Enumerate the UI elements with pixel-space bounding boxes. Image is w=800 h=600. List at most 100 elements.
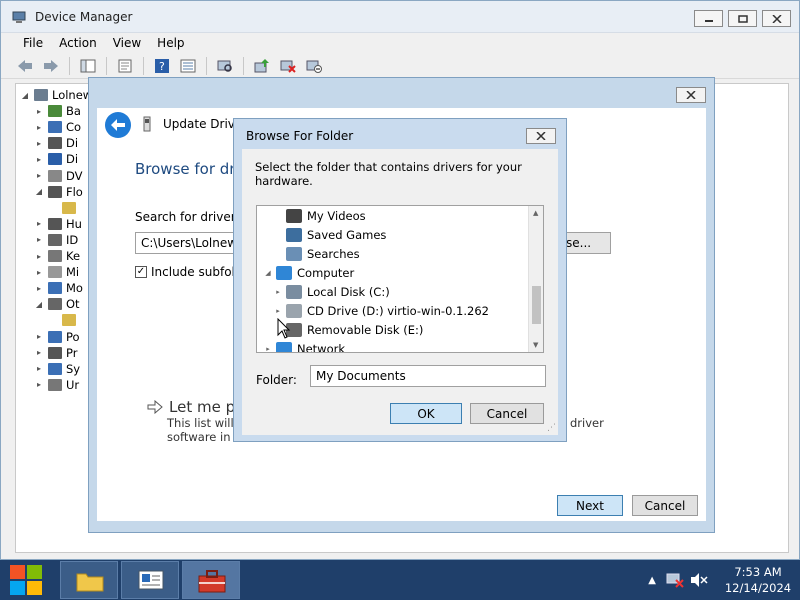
show-hide-console-tree-button[interactable] [78, 56, 98, 76]
ok-button[interactable]: OK [390, 403, 462, 424]
expand-arrow-icon[interactable]: ▸ [34, 123, 44, 132]
folder-input[interactable]: My Documents [310, 365, 546, 387]
scan-hardware-button[interactable] [215, 56, 235, 76]
tree-node[interactable]: ◢ Ot [34, 296, 80, 312]
include-subfolders-checkbox[interactable]: ✓ [135, 266, 147, 278]
help-button[interactable]: ? [152, 56, 172, 76]
clock[interactable]: 7:53 AM 12/14/2024 [716, 564, 800, 596]
disable-device-button[interactable] [304, 56, 324, 76]
tree-node[interactable]: ▸ Ba [34, 103, 81, 119]
expand-arrow-icon[interactable]: ◢ [20, 91, 30, 100]
folder-tree-item[interactable]: ◢ Computer [263, 263, 354, 282]
tree-node[interactable]: ▸ ID [34, 232, 78, 248]
console-tree-icon [80, 59, 96, 72]
resize-grip-icon[interactable]: ⋰ [547, 423, 556, 433]
expand-arrow-icon[interactable]: ▸ [34, 252, 44, 261]
tree-root-node[interactable]: ◢ Lolnew [20, 87, 92, 103]
tree-node[interactable]: ▸ Pr [34, 345, 77, 361]
scroll-down-icon[interactable]: ▼ [533, 341, 538, 349]
expand-arrow-icon[interactable]: ▸ [273, 307, 283, 315]
include-subfolders-row[interactable]: ✓ Include subfold [135, 265, 243, 279]
update-driver-button[interactable] [252, 56, 272, 76]
toolbar-separator [206, 56, 207, 75]
back-button[interactable] [15, 56, 35, 76]
browse-dialog-title: Browse For Folder [246, 129, 354, 143]
tree-node-label: DV [66, 168, 83, 183]
network-disconnected-icon[interactable] [666, 572, 684, 588]
expand-arrow-icon[interactable]: ▸ [34, 219, 44, 228]
tree-node[interactable] [48, 200, 80, 216]
update-driver-close-button[interactable] [676, 87, 706, 103]
expand-arrow-icon[interactable]: ▸ [34, 107, 44, 116]
menu-help[interactable]: Help [149, 36, 192, 50]
view-button[interactable] [178, 56, 198, 76]
folder-tree[interactable]: ▸ Network Removable Disk (E:) ▸ CD Drive (D:… [256, 205, 544, 353]
next-button[interactable]: Next [557, 495, 623, 516]
expand-arrow-icon[interactable]: ▸ [34, 235, 44, 244]
tree-node[interactable]: ▸ Co [34, 119, 81, 135]
expand-arrow-icon[interactable]: ▸ [34, 171, 44, 180]
expand-arrow-icon[interactable]: ▸ [34, 332, 44, 341]
tree-node[interactable]: ▸ Po [34, 329, 80, 345]
expand-arrow-icon[interactable]: ▸ [34, 155, 44, 164]
taskbar-device-manager[interactable] [182, 561, 240, 599]
menu-view[interactable]: View [105, 36, 149, 50]
browse-cancel-button[interactable]: Cancel [470, 403, 544, 424]
scroll-thumb[interactable] [532, 286, 541, 324]
uninstall-device-button[interactable] [278, 56, 298, 76]
tree-node[interactable]: ▸ Di [34, 151, 78, 167]
scroll-up-icon[interactable]: ▲ [533, 209, 538, 217]
forward-button[interactable] [41, 56, 61, 76]
tree-node[interactable]: ▸ Sy [34, 361, 80, 377]
maximize-button[interactable] [728, 10, 757, 27]
caption-buttons [694, 10, 791, 27]
expand-arrow-icon[interactable]: ▸ [34, 380, 44, 389]
expand-arrow-icon[interactable]: ◢ [263, 269, 273, 277]
tree-node[interactable]: ▸ Ur [34, 377, 79, 393]
tree-node[interactable]: ▸ Di [34, 135, 78, 151]
browse-close-button[interactable] [526, 128, 556, 144]
show-hidden-icons-icon[interactable]: ▲ [648, 575, 656, 586]
expand-arrow-icon[interactable]: ▸ [34, 268, 44, 277]
toolbox-icon [198, 570, 226, 593]
folder-tree-label: CD Drive (D:) virtio-win-0.1.262 [307, 303, 489, 318]
folder-tree-scrollbar[interactable]: ▲ ▼ [528, 206, 543, 352]
properties-button[interactable] [115, 56, 135, 76]
driver-path-input[interactable]: C:\Users\Lolnewp [135, 232, 245, 254]
volume-muted-icon[interactable] [690, 572, 708, 588]
view-list-icon [180, 59, 196, 72]
close-button[interactable] [762, 10, 791, 27]
expand-arrow-icon[interactable]: ▸ [34, 348, 44, 357]
expand-arrow-icon[interactable]: ▸ [34, 364, 44, 373]
tree-node-label: Co [66, 120, 82, 135]
folder-tree-item[interactable]: Searches [273, 244, 360, 263]
menu-file[interactable]: File [15, 36, 51, 50]
windows-start-icon[interactable] [10, 565, 42, 595]
expand-arrow-icon[interactable]: ▸ [34, 284, 44, 293]
expand-arrow-icon[interactable]: ▸ [263, 345, 273, 353]
wizard-back-button[interactable] [105, 112, 131, 138]
expand-arrow-icon[interactable]: ◢ [34, 187, 44, 196]
folder-tree-item[interactable]: Removable Disk (E:) [273, 320, 423, 339]
folder-tree-item[interactable]: My Videos [273, 206, 366, 225]
tree-node[interactable]: ▸ Mo [34, 280, 83, 296]
cancel-button[interactable]: Cancel [632, 495, 698, 516]
tree-node[interactable]: ▸ Mi [34, 264, 79, 280]
tree-node[interactable]: ▸ Hu [34, 216, 82, 232]
taskbar-server-manager[interactable] [121, 561, 179, 599]
device-category-icon [48, 362, 62, 375]
menu-action[interactable]: Action [51, 36, 105, 50]
tree-node[interactable]: ▸ Ke [34, 248, 80, 264]
tree-node[interactable]: ▸ DV [34, 168, 83, 184]
expand-arrow-icon[interactable]: ▸ [34, 139, 44, 148]
folder-tree-item[interactable]: Saved Games [273, 225, 386, 244]
folder-tree-item[interactable]: ▸ CD Drive (D:) virtio-win-0.1.262 [273, 301, 489, 320]
tree-node[interactable]: ◢ Flo [34, 184, 83, 200]
expand-arrow-icon[interactable]: ▸ [273, 288, 283, 296]
folder-tree-item[interactable]: ▸ Local Disk (C:) [273, 282, 390, 301]
taskbar-file-explorer[interactable] [60, 561, 118, 599]
tree-node[interactable] [48, 312, 80, 328]
expand-arrow-icon[interactable]: ◢ [34, 300, 44, 309]
folder-tree-item[interactable]: ▸ Network [263, 339, 345, 353]
minimize-button[interactable] [694, 10, 723, 27]
